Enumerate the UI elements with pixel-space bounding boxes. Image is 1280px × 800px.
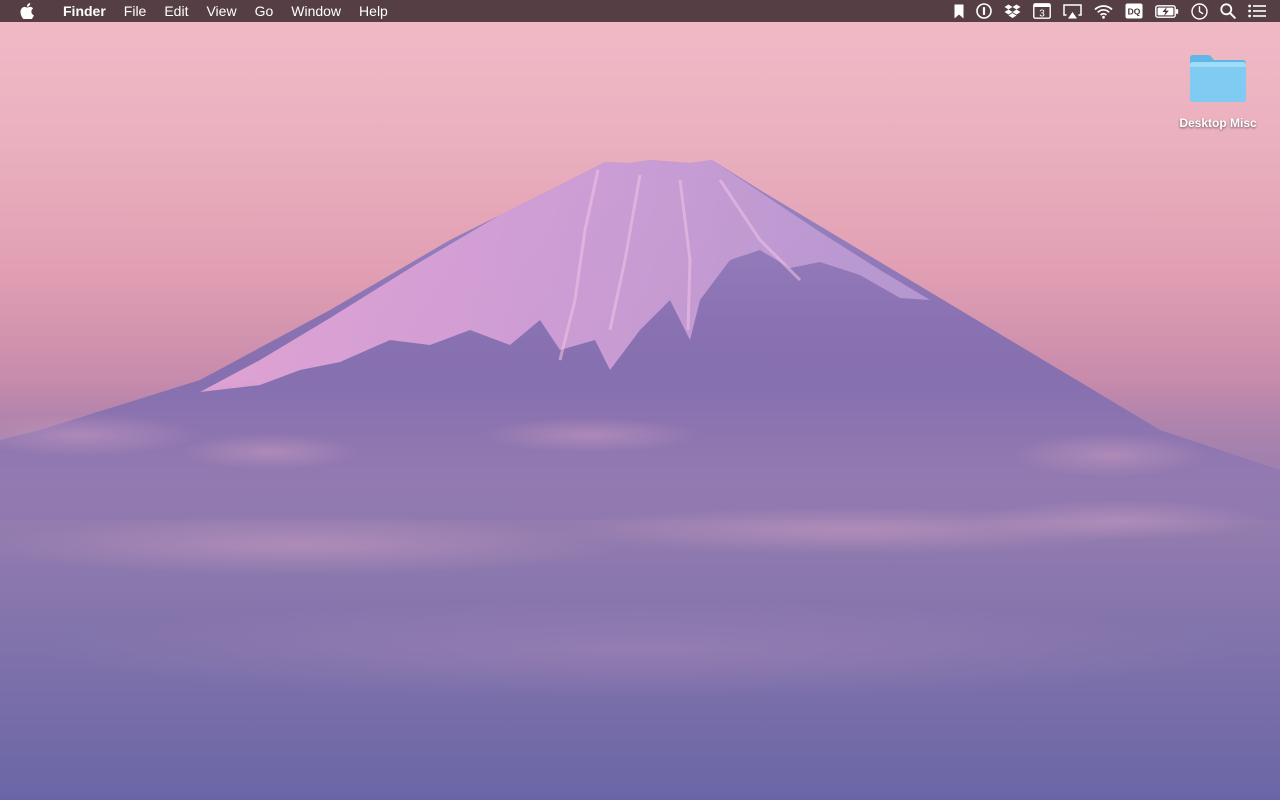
wifi-icon[interactable]	[1094, 0, 1113, 22]
menu-file[interactable]: File	[115, 0, 156, 22]
folder-icon	[1190, 55, 1246, 102]
menu-app-finder[interactable]: Finder	[54, 0, 115, 22]
menu-view[interactable]: View	[197, 0, 245, 22]
clock-icon[interactable]	[1191, 0, 1208, 22]
spotlight-search-icon[interactable]	[1220, 0, 1236, 22]
cloud	[1010, 433, 1210, 477]
cloud	[970, 500, 1270, 540]
cloud	[480, 417, 700, 453]
battery-charging-icon[interactable]	[1155, 0, 1179, 22]
notification-center-icon[interactable]	[1248, 0, 1266, 22]
cloud	[40, 600, 1240, 700]
cloud	[180, 434, 360, 470]
apple-logo-icon[interactable]	[16, 0, 38, 22]
dq-icon[interactable]: DQ	[1125, 0, 1143, 22]
cloud	[0, 515, 620, 575]
calendar-icon[interactable]: 3	[1033, 0, 1051, 22]
menu-bar: Finder File Edit View Go Window Help 3 D…	[0, 0, 1280, 22]
menu-help[interactable]: Help	[350, 0, 397, 22]
desktop-folder-desktop-misc[interactable]: Desktop Misc	[1170, 50, 1266, 130]
calendar-day-label: 3	[1039, 9, 1045, 19]
menu-edit[interactable]: Edit	[155, 0, 197, 22]
menu-bar-left: Finder File Edit View Go Window Help	[0, 0, 397, 22]
menu-window[interactable]: Window	[282, 0, 350, 22]
dq-label: DQ	[1128, 7, 1141, 17]
folder-label: Desktop Misc	[1179, 116, 1257, 130]
1password-icon[interactable]	[976, 0, 992, 22]
wallpaper-mount-fuji	[0, 160, 1280, 800]
airplay-icon[interactable]	[1063, 0, 1082, 22]
desktop[interactable]: Finder File Edit View Go Window Help 3 D…	[0, 0, 1280, 800]
dropbox-icon[interactable]	[1004, 0, 1021, 22]
bookmark-icon[interactable]	[954, 0, 964, 22]
menu-bar-status-area: 3 DQ	[942, 0, 1266, 22]
menu-go[interactable]: Go	[246, 0, 283, 22]
